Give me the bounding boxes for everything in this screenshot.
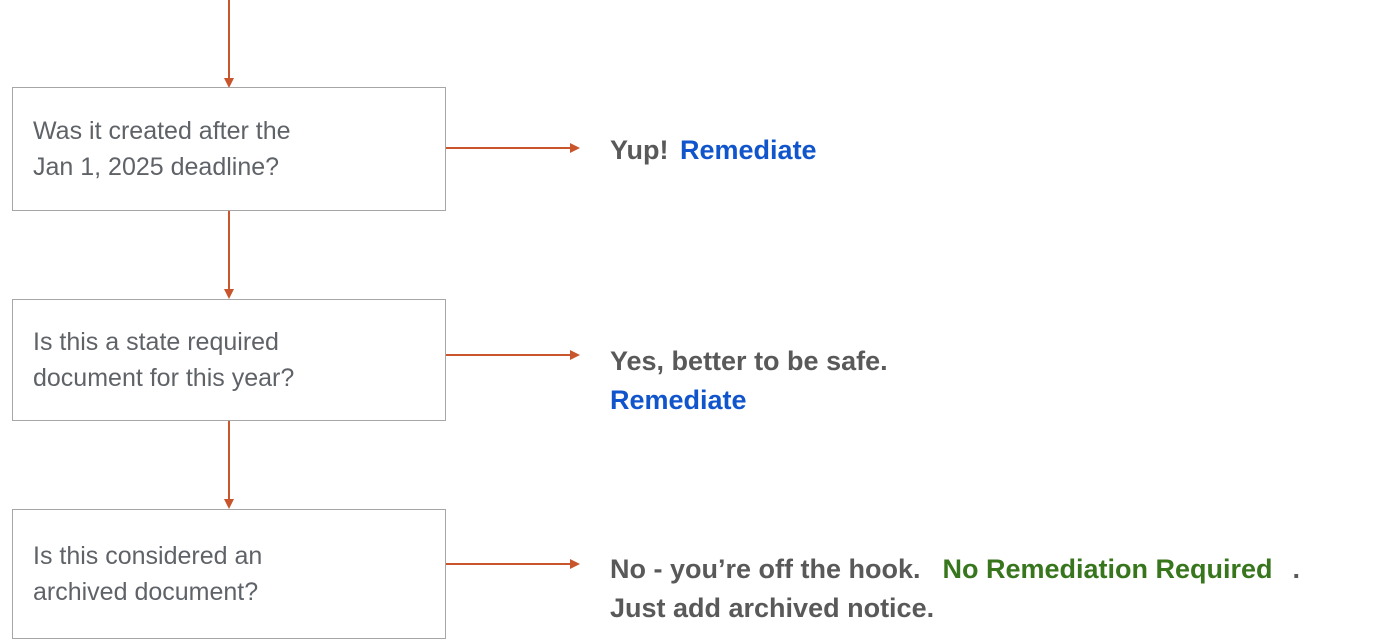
answer-2-lead: Yes, better to be safe. xyxy=(610,346,888,376)
answer-3-note: Just add archived notice. xyxy=(610,592,935,623)
answer-3-line-1: No - you’re off the hook. No Remediation … xyxy=(610,550,1300,589)
answer-1-lead: Yup! xyxy=(610,135,669,165)
answer-2-remediate: Remediate xyxy=(610,384,747,415)
answer-3: No - you’re off the hook. No Remediation … xyxy=(610,550,1300,627)
question-2-text: Is this a state required document for th… xyxy=(33,327,295,392)
answer-3-lead: No - you’re off the hook. xyxy=(610,554,921,584)
question-box-archived-document: Is this considered an archived document? xyxy=(12,509,446,639)
answer-3-trail: . xyxy=(1292,554,1301,584)
answer-2: Yes, better to be safe. Remediate xyxy=(610,342,888,419)
question-box-created-after-deadline: Was it created after the Jan 1, 2025 dea… xyxy=(12,87,446,211)
answer-1: Yup! Remediate xyxy=(610,131,817,170)
answer-3-no-remediation: No Remediation Required xyxy=(942,554,1273,584)
question-1-text: Was it created after the Jan 1, 2025 dea… xyxy=(33,116,291,181)
question-box-state-required: Is this a state required document for th… xyxy=(12,299,446,421)
answer-1-remediate: Remediate xyxy=(680,135,817,165)
question-3-text: Is this considered an archived document? xyxy=(33,541,263,606)
